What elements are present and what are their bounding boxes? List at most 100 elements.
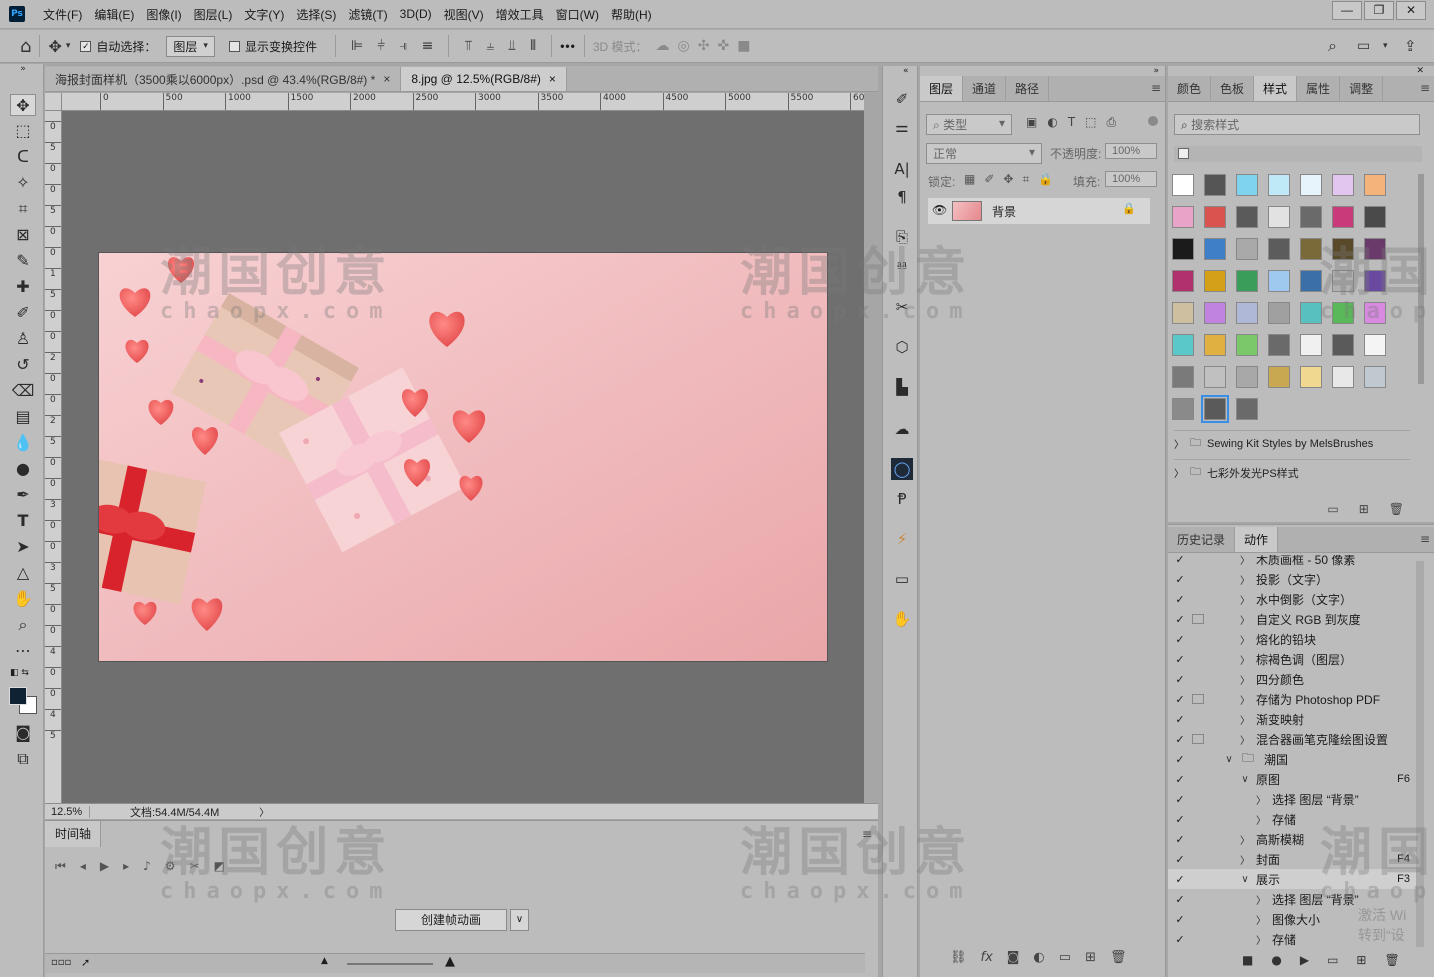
delete-layer-icon[interactable]: 🗑 [1110, 950, 1127, 965]
style-swatch[interactable] [1332, 238, 1354, 260]
dialog-toggle[interactable] [1192, 894, 1204, 904]
action-enabled-check[interactable]: ✓ [1168, 555, 1192, 566]
action-enabled-check[interactable]: ✓ [1168, 673, 1192, 686]
horizontal-ruler[interactable]: 0 500 1000 1500 2000 2500 3000 3500 4000 4500 5000… [62, 93, 864, 111]
3d-scale-icon[interactable]: ■ [737, 38, 750, 54]
tab-layers[interactable]: 图层 [920, 76, 964, 101]
action-enabled-check[interactable]: ✓ [1168, 593, 1192, 606]
action-item[interactable]: ✓ ∨ 原图 F6 [1168, 769, 1416, 789]
action-enabled-check[interactable]: ✓ [1168, 713, 1192, 726]
first-frame-icon[interactable]: ⏮ [55, 859, 66, 874]
zoom-slider[interactable] [347, 963, 433, 965]
align-right-icon[interactable]: ⫣ [399, 38, 407, 54]
style-swatch[interactable] [1236, 270, 1258, 292]
action-item[interactable]: ✓ 〉渐变映射 [1168, 709, 1416, 729]
menu-plugins[interactable]: 增效工具 [490, 6, 550, 23]
auto-select-checkbox[interactable]: ✓ [80, 40, 92, 52]
zoom-in-icon[interactable]: ▲ [445, 954, 455, 969]
menu-3d[interactable]: 3D(D) [394, 7, 438, 21]
adjustment-filter-icon[interactable]: ◐ [1047, 115, 1057, 130]
blur-tool-icon[interactable]: 💧 [10, 432, 36, 454]
action-enabled-check[interactable]: ✓ [1168, 753, 1192, 766]
minimize-button[interactable]: — [1332, 1, 1362, 20]
tool-presets-icon[interactable]: ✂ [891, 296, 913, 318]
glyphs-icon[interactable]: ⎂ [891, 254, 913, 276]
style-swatch[interactable] [1300, 366, 1322, 388]
actions-scrollbar[interactable] [1416, 561, 1424, 947]
adjustment-layer-icon[interactable]: ◐ [1033, 950, 1044, 965]
collapse-icon[interactable]: « [903, 66, 909, 76]
action-enabled-check[interactable]: ✓ [1168, 833, 1192, 846]
link-layers-icon[interactable]: ⛓ [950, 950, 967, 965]
auto-select-dropdown[interactable]: 图层 ▾ [166, 35, 215, 57]
stop-icon[interactable]: ■ [1242, 953, 1253, 967]
play-icon[interactable]: ▶ [100, 859, 109, 874]
action-item[interactable]: ✓ 〉熔化的铅块 [1168, 629, 1416, 649]
record-icon[interactable]: ● [1271, 953, 1281, 967]
dialog-toggle[interactable] [1192, 874, 1204, 884]
audio-icon[interactable]: ♪ [143, 859, 151, 874]
action-enabled-check[interactable]: ✓ [1168, 573, 1192, 586]
3d-orbit-icon[interactable]: ☁ [656, 38, 670, 54]
style-search-input[interactable]: ⌕ 搜索样式 [1174, 114, 1420, 135]
style-swatch[interactable] [1204, 174, 1226, 196]
eyedropper-tool-icon[interactable]: ✎ [10, 250, 36, 272]
style-swatch[interactable] [1332, 366, 1354, 388]
create-frame-animation-button[interactable]: 创建帧动画 [395, 909, 507, 931]
plugin-hand-icon[interactable]: ✋ [891, 608, 913, 630]
dialog-toggle[interactable] [1192, 614, 1204, 624]
3d-pan-icon[interactable]: ✣ [698, 38, 710, 54]
action-set[interactable]: ✓ ∨ 🗀 潮国 [1168, 749, 1416, 769]
style-swatch[interactable] [1236, 366, 1258, 388]
chevron-right-icon[interactable]: 〉 [1238, 652, 1252, 667]
menu-image[interactable]: 图像(I) [140, 6, 187, 23]
zoom-level-field[interactable]: 12.5% [45, 805, 90, 818]
chevron-right-icon[interactable]: 〉 [1238, 692, 1252, 707]
new-group-icon[interactable]: ▭ [1327, 502, 1338, 516]
chevron-right-icon[interactable]: 〉 [1238, 572, 1252, 587]
style-swatch[interactable] [1204, 302, 1226, 324]
menu-filter[interactable]: 滤镜(T) [342, 6, 393, 23]
style-swatch[interactable] [1332, 206, 1354, 228]
action-item[interactable]: ✓ 〉封面 F4 [1168, 849, 1416, 869]
style-swatch[interactable] [1204, 238, 1226, 260]
style-swatch[interactable] [1300, 174, 1322, 196]
action-item[interactable]: ✓ ∨ 展示 F3 [1168, 869, 1416, 889]
collapse-icon[interactable]: » [1153, 66, 1159, 76]
action-item[interactable]: ✓ 〉四分颜色 [1168, 669, 1416, 689]
dialog-toggle[interactable] [1192, 594, 1204, 604]
style-swatch[interactable] [1236, 238, 1258, 260]
action-enabled-check[interactable]: ✓ [1168, 793, 1192, 806]
magic-wand-tool-icon[interactable]: ✧ [10, 172, 36, 194]
action-item[interactable]: ✓ 〉棕褐色调（图层） [1168, 649, 1416, 669]
style-swatch[interactable] [1300, 238, 1322, 260]
hand-tool-icon[interactable]: ✋ [10, 588, 36, 610]
panel-menu-icon[interactable]: ≡ [1151, 81, 1161, 95]
tab-swatches[interactable]: 色板 [1211, 76, 1255, 101]
style-swatch[interactable] [1204, 334, 1226, 356]
tab-adjustments[interactable]: 调整 [1340, 76, 1384, 101]
style-swatch[interactable] [1268, 270, 1290, 292]
marquee-tool-icon[interactable]: ⬚ [10, 120, 36, 142]
default-style-swatch[interactable] [1178, 148, 1189, 159]
zoom-out-icon[interactable]: ▲ [321, 956, 328, 966]
collapse-icon[interactable]: » [10, 62, 36, 76]
style-swatch[interactable] [1268, 238, 1290, 260]
style-swatch[interactable] [1236, 334, 1258, 356]
panel-menu-icon[interactable]: ≡ [1420, 81, 1430, 95]
3d-icon[interactable]: ⬡ [891, 336, 913, 358]
action-enabled-check[interactable]: ✓ [1168, 893, 1192, 906]
plugin-fire-icon[interactable]: ⚡ [891, 528, 913, 550]
dialog-toggle[interactable] [1192, 834, 1204, 844]
action-item[interactable]: ✓ 〉高斯模糊 [1168, 829, 1416, 849]
screen-mode-icon[interactable]: ⧉ [10, 748, 36, 770]
align-bottom-icon[interactable]: ⫫ [508, 38, 516, 54]
dialog-toggle[interactable] [1192, 814, 1204, 824]
menu-select[interactable]: 选择(S) [290, 6, 342, 23]
tab-poster-psd[interactable]: 海报封面样机（3500乘以6000px）.psd @ 43.4%(RGB/8#)… [45, 67, 402, 91]
style-swatch[interactable] [1236, 174, 1258, 196]
delete-action-icon[interactable]: 🗑 [1384, 953, 1399, 967]
add-mask-icon[interactable]: ◙ [1007, 950, 1020, 965]
style-swatch[interactable] [1332, 174, 1354, 196]
style-swatch[interactable] [1268, 206, 1290, 228]
